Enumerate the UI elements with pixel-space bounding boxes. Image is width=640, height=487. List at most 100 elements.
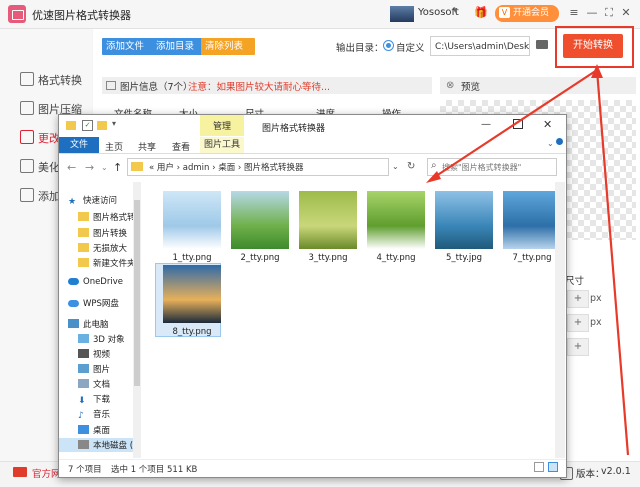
menu-icon[interactable]: ≡: [566, 5, 582, 21]
maximize-button[interactable]: ⛶: [601, 5, 617, 21]
address-dropdown-icon[interactable]: ⌄: [392, 162, 399, 171]
vip-button[interactable]: V 开通会员: [495, 5, 559, 22]
file-thumbnail[interactable]: [367, 191, 425, 249]
folder-icon: [78, 258, 89, 267]
nav-item-folder[interactable]: 新建文件夹: [78, 257, 136, 269]
breadcrumb-item-users[interactable]: 用户: [157, 163, 174, 173]
tab-share[interactable]: 共享: [138, 140, 156, 153]
tab-file[interactable]: 文件: [59, 137, 99, 153]
tab-home[interactable]: 主页: [105, 140, 123, 153]
breadcrumb-separator: ›: [176, 163, 181, 173]
file-name-label[interactable]: 2_tty.png: [227, 253, 293, 263]
file-thumbnail[interactable]: [435, 191, 493, 249]
watermark-icon: [20, 188, 34, 202]
selection-info: 选中 1 个项目 511 KB: [111, 465, 198, 475]
explorer-minimize-button[interactable]: —: [481, 119, 491, 130]
breadcrumb[interactable]: « 用户 › admin › 桌面 › 图片格式转换器: [149, 161, 304, 173]
height-stepper[interactable]: +: [567, 314, 589, 332]
new-folder-icon[interactable]: [97, 121, 107, 130]
user-avatar[interactable]: [390, 6, 414, 22]
file-name-label[interactable]: 4_tty.png: [363, 253, 429, 263]
tab-view[interactable]: 查看: [172, 140, 190, 153]
start-convert-button[interactable]: 开始转换: [563, 34, 623, 58]
breadcrumb-overflow[interactable]: «: [149, 163, 154, 173]
nav-item-videos[interactable]: 视频: [78, 348, 110, 360]
nav-item-folder[interactable]: 图片转换: [78, 227, 127, 239]
ribbon-expand-icon[interactable]: ⌄: [547, 139, 554, 148]
nav-scrollbar-thumb[interactable]: [134, 200, 140, 386]
extra-stepper[interactable]: +: [567, 338, 589, 356]
up-arrow-icon[interactable]: ↑: [113, 161, 122, 174]
nav-item-this-pc[interactable]: 此电脑: [68, 318, 109, 330]
beautify-icon: [20, 159, 34, 173]
output-path-input[interactable]: C:\Users\admin\Deskto: [430, 36, 530, 56]
add-file-button[interactable]: 添加文件: [102, 38, 156, 55]
file-name-label[interactable]: 1_tty.png: [159, 253, 225, 263]
folder-icon[interactable]: [536, 40, 548, 49]
back-arrow-icon[interactable]: ←: [67, 161, 76, 174]
height-unit: px: [590, 317, 602, 328]
explorer-maximize-button[interactable]: [513, 119, 523, 129]
sidebar-item-format-convert[interactable]: 格式转换: [20, 71, 82, 91]
tab-picture-tools[interactable]: 图片工具: [200, 137, 244, 153]
tab-manage[interactable]: 管理: [200, 115, 244, 136]
nav-item-3d-objects[interactable]: 3D 对象: [78, 333, 125, 345]
file-name-label[interactable]: 5_tty.jpg: [431, 253, 497, 263]
nav-item-wps-drive[interactable]: WPS网盘: [68, 297, 119, 309]
breadcrumb-item-desktop[interactable]: 桌面: [218, 163, 235, 173]
nav-item-music[interactable]: ♪ 音乐: [78, 408, 110, 421]
nav-item-desktop[interactable]: 桌面: [78, 424, 110, 436]
nav-item-folder[interactable]: 图片格式转: [78, 211, 136, 223]
width-unit: px: [590, 293, 602, 304]
custom-output-radio[interactable]: [383, 40, 394, 51]
version-value: v2.0.1: [601, 466, 631, 477]
file-thumbnail[interactable]: [231, 191, 289, 249]
star-icon: ★: [68, 197, 77, 207]
nav-item-label: 下载: [93, 395, 111, 405]
website-icon: [13, 467, 27, 477]
help-icon[interactable]: [556, 138, 563, 145]
forward-arrow-icon[interactable]: →: [85, 161, 94, 174]
refresh-icon[interactable]: ↻: [407, 161, 415, 172]
nav-item-pictures[interactable]: 图片: [78, 363, 110, 375]
history-chevron-icon[interactable]: ⌄: [101, 163, 108, 172]
add-directory-button[interactable]: 添加目录: [152, 38, 206, 55]
file-thumbnail[interactable]: [163, 265, 221, 323]
clear-list-button[interactable]: 清除列表: [201, 38, 255, 55]
nav-item-label: 视频: [93, 350, 111, 360]
explorer-close-button[interactable]: ✕: [543, 118, 552, 131]
nav-item-quick-access[interactable]: ★ 快速访问: [68, 194, 117, 207]
nav-item-onedrive[interactable]: OneDrive: [68, 277, 123, 287]
sidebar-item-beautify[interactable]: 美化: [20, 158, 60, 178]
content-scrollbar[interactable]: [555, 182, 565, 458]
file-thumbnail[interactable]: [299, 191, 357, 249]
nav-item-label: 3D 对象: [93, 335, 125, 345]
sidebar-item-label: 美化: [38, 161, 60, 174]
chevron-down-icon[interactable]: ▾: [453, 6, 458, 16]
file-explorer-window[interactable]: ✓ ▾ 管理 图片格式转换器 — ✕ 文件 主页 共享 查看 图片工具 ⌄ ← …: [58, 114, 567, 478]
close-button[interactable]: ✕: [618, 5, 634, 21]
breadcrumb-item-current[interactable]: 图片格式转换器: [244, 163, 304, 173]
folder-icon: [78, 243, 89, 252]
file-thumbnail[interactable]: [503, 191, 561, 249]
quick-access-chevron-icon[interactable]: ▾: [112, 119, 116, 128]
gift-icon[interactable]: 🎁: [474, 6, 488, 19]
width-stepper[interactable]: +: [567, 290, 589, 308]
nav-item-folder[interactable]: 无损放大: [78, 242, 127, 254]
sidebar-item-watermark[interactable]: 添加: [20, 187, 60, 207]
checkbox-icon[interactable]: ✓: [82, 120, 93, 131]
sidebar-item-edit[interactable]: 更改: [20, 129, 60, 149]
nav-item-local-disk[interactable]: 本地磁盘 (C: [78, 439, 139, 451]
details-view-icon[interactable]: [534, 462, 544, 472]
nav-item-documents[interactable]: 文档: [78, 378, 110, 390]
nav-item-downloads[interactable]: ⬇ 下载: [78, 393, 111, 406]
file-name-label[interactable]: 8_tty.png: [159, 327, 225, 337]
file-thumbnail[interactable]: [163, 191, 221, 249]
official-site-link[interactable]: 官方网: [32, 466, 61, 480]
file-name-label[interactable]: 3_tty.png: [295, 253, 361, 263]
large-icons-view-icon[interactable]: [548, 462, 558, 472]
custom-output-label[interactable]: 自定义: [396, 40, 425, 54]
breadcrumb-item-admin[interactable]: admin: [183, 163, 210, 173]
minimize-button[interactable]: —: [584, 5, 600, 21]
breadcrumb-separator: ›: [237, 163, 242, 173]
